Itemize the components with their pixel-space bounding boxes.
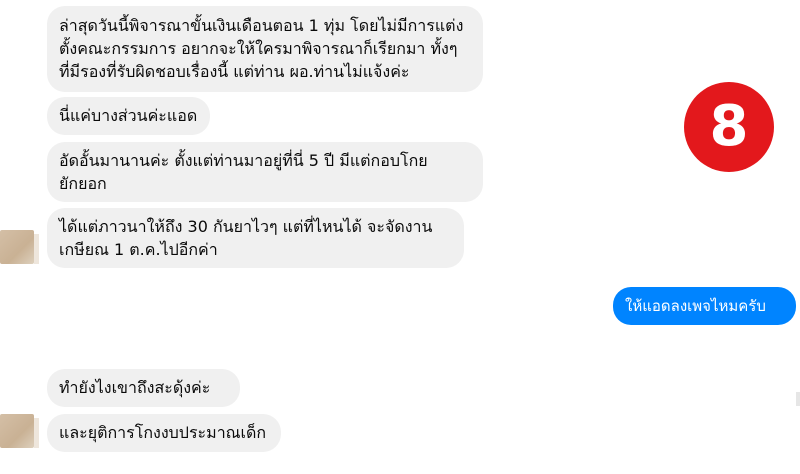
scrollbar-edge[interactable] bbox=[796, 392, 800, 406]
outgoing-message: ให้แอดลงเพจไหมครับ bbox=[613, 287, 796, 325]
sender-avatar[interactable] bbox=[0, 230, 39, 264]
incoming-message: อัดอั้นมานานค่ะ ตั้งแต่ท่านมาอยู่ที่นี่ … bbox=[47, 142, 483, 202]
badge-number: 8 bbox=[709, 94, 749, 159]
incoming-message: ล่าสุดวันนี้พิจารณาขั้นเงินเดือนตอน 1 ทุ… bbox=[47, 6, 483, 92]
incoming-message: นี่แค่บางส่วนค่ะแอด bbox=[47, 97, 210, 135]
incoming-message: และยุติการโกงงบประมาณเด็ก bbox=[47, 414, 281, 452]
number-badge: 8 bbox=[684, 82, 774, 172]
incoming-message: ทำยังไงเขาถึงสะดุ้งค่ะ bbox=[47, 369, 240, 407]
sender-avatar[interactable] bbox=[0, 414, 39, 448]
incoming-message: ได้แต่ภาวนาให้ถึง 30 กันยาไวๆ แต่ที่ไหนไ… bbox=[47, 208, 464, 268]
